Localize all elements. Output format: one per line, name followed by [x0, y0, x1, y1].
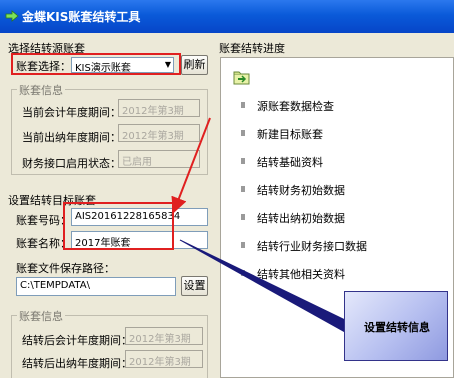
save-path-field[interactable]: C:\TEMPDATA\: [16, 277, 176, 296]
interface-status-label: 财务接口启用状态：: [22, 157, 121, 170]
step-marker: [241, 186, 245, 192]
progress-step: 结转其他相关资料: [257, 268, 345, 281]
after-cashier-field: 2012年第3期: [125, 350, 203, 368]
callout-box: 设置结转信息: [344, 291, 448, 361]
current-cashier-label: 当前出纳年度期间：: [22, 131, 121, 144]
interface-status-field: 已启用: [118, 150, 200, 168]
current-period-field: 2012年第3期: [118, 99, 200, 117]
account-select-label: 账套选择：: [16, 60, 71, 73]
settings-button[interactable]: 设置: [181, 276, 208, 296]
after-period-field: 2012年第3期: [125, 327, 203, 345]
source-info-group-title: 账套信息: [17, 82, 65, 98]
window-title: 金蝶KIS账套结转工具: [22, 10, 141, 24]
progress-step: 结转基础资料: [257, 156, 323, 169]
after-cashier-label: 结转后出纳年度期间：: [22, 357, 132, 370]
refresh-button[interactable]: 刷新: [181, 55, 208, 75]
title-bar[interactable]: 金蝶KIS账套结转工具: [0, 0, 454, 33]
current-cashier-field: 2012年第3期: [118, 124, 200, 142]
progress-step: 源账套数据检查: [257, 100, 334, 113]
progress-step: 结转出纳初始数据: [257, 212, 345, 225]
current-period-label: 当前会计年度期间：: [22, 106, 121, 119]
target-info-highlight: [63, 202, 174, 250]
progress-step: 结转行业财务接口数据: [257, 240, 367, 253]
step-marker: [241, 242, 245, 248]
step-marker: [241, 102, 245, 108]
app-arrow-icon: [5, 9, 19, 23]
step-marker: [241, 130, 245, 136]
progress-step: 结转财务初始数据: [257, 184, 345, 197]
target-info-group-title: 账套信息: [17, 308, 65, 324]
dropdown-arrow-icon[interactable]: ▼: [165, 60, 171, 69]
account-select-value: KIS演示账套: [75, 63, 131, 73]
step-marker: [241, 214, 245, 220]
progress-step: 新建目标账套: [257, 128, 323, 141]
progress-folder-icon: [233, 71, 251, 85]
step-marker: [241, 270, 245, 276]
progress-title: 账套结转进度: [219, 42, 285, 55]
callout-text: 设置结转信息: [364, 321, 430, 334]
account-select-dropdown[interactable]: KIS演示账套 ▼: [71, 57, 174, 73]
save-path-label: 账套文件保存路径：: [16, 262, 115, 275]
step-marker: [241, 158, 245, 164]
after-period-label: 结转后会计年度期间：: [22, 334, 132, 347]
